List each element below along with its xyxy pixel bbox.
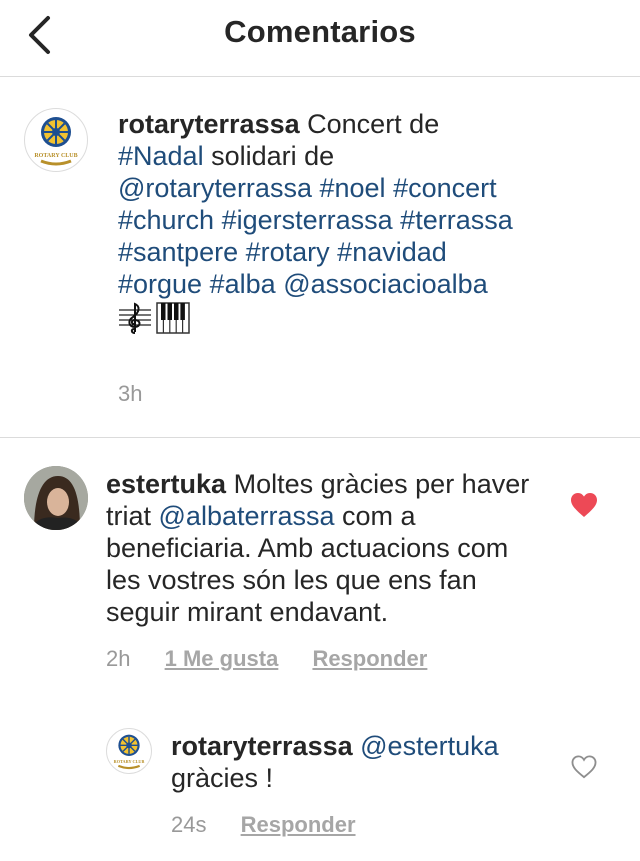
caption-username[interactable]: rotaryterrassa: [118, 109, 300, 139]
mention-link[interactable]: @rotaryterrassa: [118, 173, 312, 203]
reply-button[interactable]: Responder: [312, 646, 427, 671]
likes-link[interactable]: 1 Me gusta: [165, 646, 279, 671]
hashtag-link[interactable]: #orgue: [118, 269, 202, 299]
piano-keys-emoji: [156, 302, 190, 334]
hashtag-link[interactable]: #terrassa: [400, 205, 513, 235]
avatar[interactable]: ROTARY CLUB: [106, 728, 152, 774]
caption-emojis: [118, 302, 190, 334]
reply-username[interactable]: rotaryterrassa: [171, 731, 353, 761]
text-segment: [386, 173, 394, 203]
hashtag-link[interactable]: #santpere: [118, 237, 238, 267]
reply-text: rotaryterrassa @estertuka gràcies !: [171, 730, 541, 794]
hashtag-link[interactable]: #church: [118, 205, 214, 235]
hashtag-link[interactable]: #concert: [393, 173, 497, 203]
comment-meta: 2h 1 Me gusta Responder: [106, 646, 427, 672]
text-segment: [214, 205, 222, 235]
mention-link[interactable]: @associacioalba: [283, 269, 488, 299]
comment-timestamp: 2h: [106, 646, 131, 671]
heart-outline-icon[interactable]: [571, 755, 597, 779]
hashtag-link[interactable]: #igersterrassa: [222, 205, 393, 235]
text-segment: [202, 269, 210, 299]
text-segment: [238, 237, 246, 267]
hashtag-link[interactable]: #noel: [319, 173, 385, 203]
text-segment: solidari de: [203, 141, 335, 171]
hashtag-link[interactable]: #Nadal: [118, 141, 204, 171]
reply-meta: 24s Responder: [171, 812, 356, 838]
text-segment: Concert de: [307, 109, 440, 139]
reply-timestamp: 24s: [171, 812, 207, 837]
hashtag-link[interactable]: #rotary: [246, 237, 330, 267]
heart-filled-icon[interactable]: [570, 492, 598, 518]
avatar[interactable]: [24, 466, 88, 530]
treble-clef-emoji: [119, 302, 151, 334]
header-bar: Comentarios: [0, 0, 640, 77]
comment-text: estertuka Moltes gràcies per haver triat…: [106, 468, 536, 628]
text-segment: gràcies !: [171, 763, 274, 793]
svg-text:ROTARY CLUB: ROTARY CLUB: [114, 759, 145, 764]
page-title: Comentarios: [224, 14, 416, 49]
user-photo-icon: [24, 466, 88, 530]
mention-link[interactable]: @albaterrassa: [159, 501, 335, 531]
rotary-logo-icon: ROTARY CLUB: [34, 117, 78, 166]
avatar[interactable]: ROTARY CLUB: [24, 108, 88, 172]
hashtag-link[interactable]: #alba: [210, 269, 276, 299]
mention-link[interactable]: @estertuka: [360, 731, 498, 761]
rotary-logo-icon: ROTARY CLUB: [114, 734, 145, 770]
divider: [0, 437, 640, 438]
caption-timestamp: 3h: [118, 381, 143, 406]
hashtag-link[interactable]: #navidad: [337, 237, 447, 267]
caption-text: rotaryterrassa Concert de #Nadal solidar…: [118, 108, 528, 334]
reply-button[interactable]: Responder: [241, 812, 356, 837]
svg-text:ROTARY CLUB: ROTARY CLUB: [34, 153, 77, 159]
comment-username[interactable]: estertuka: [106, 469, 226, 499]
